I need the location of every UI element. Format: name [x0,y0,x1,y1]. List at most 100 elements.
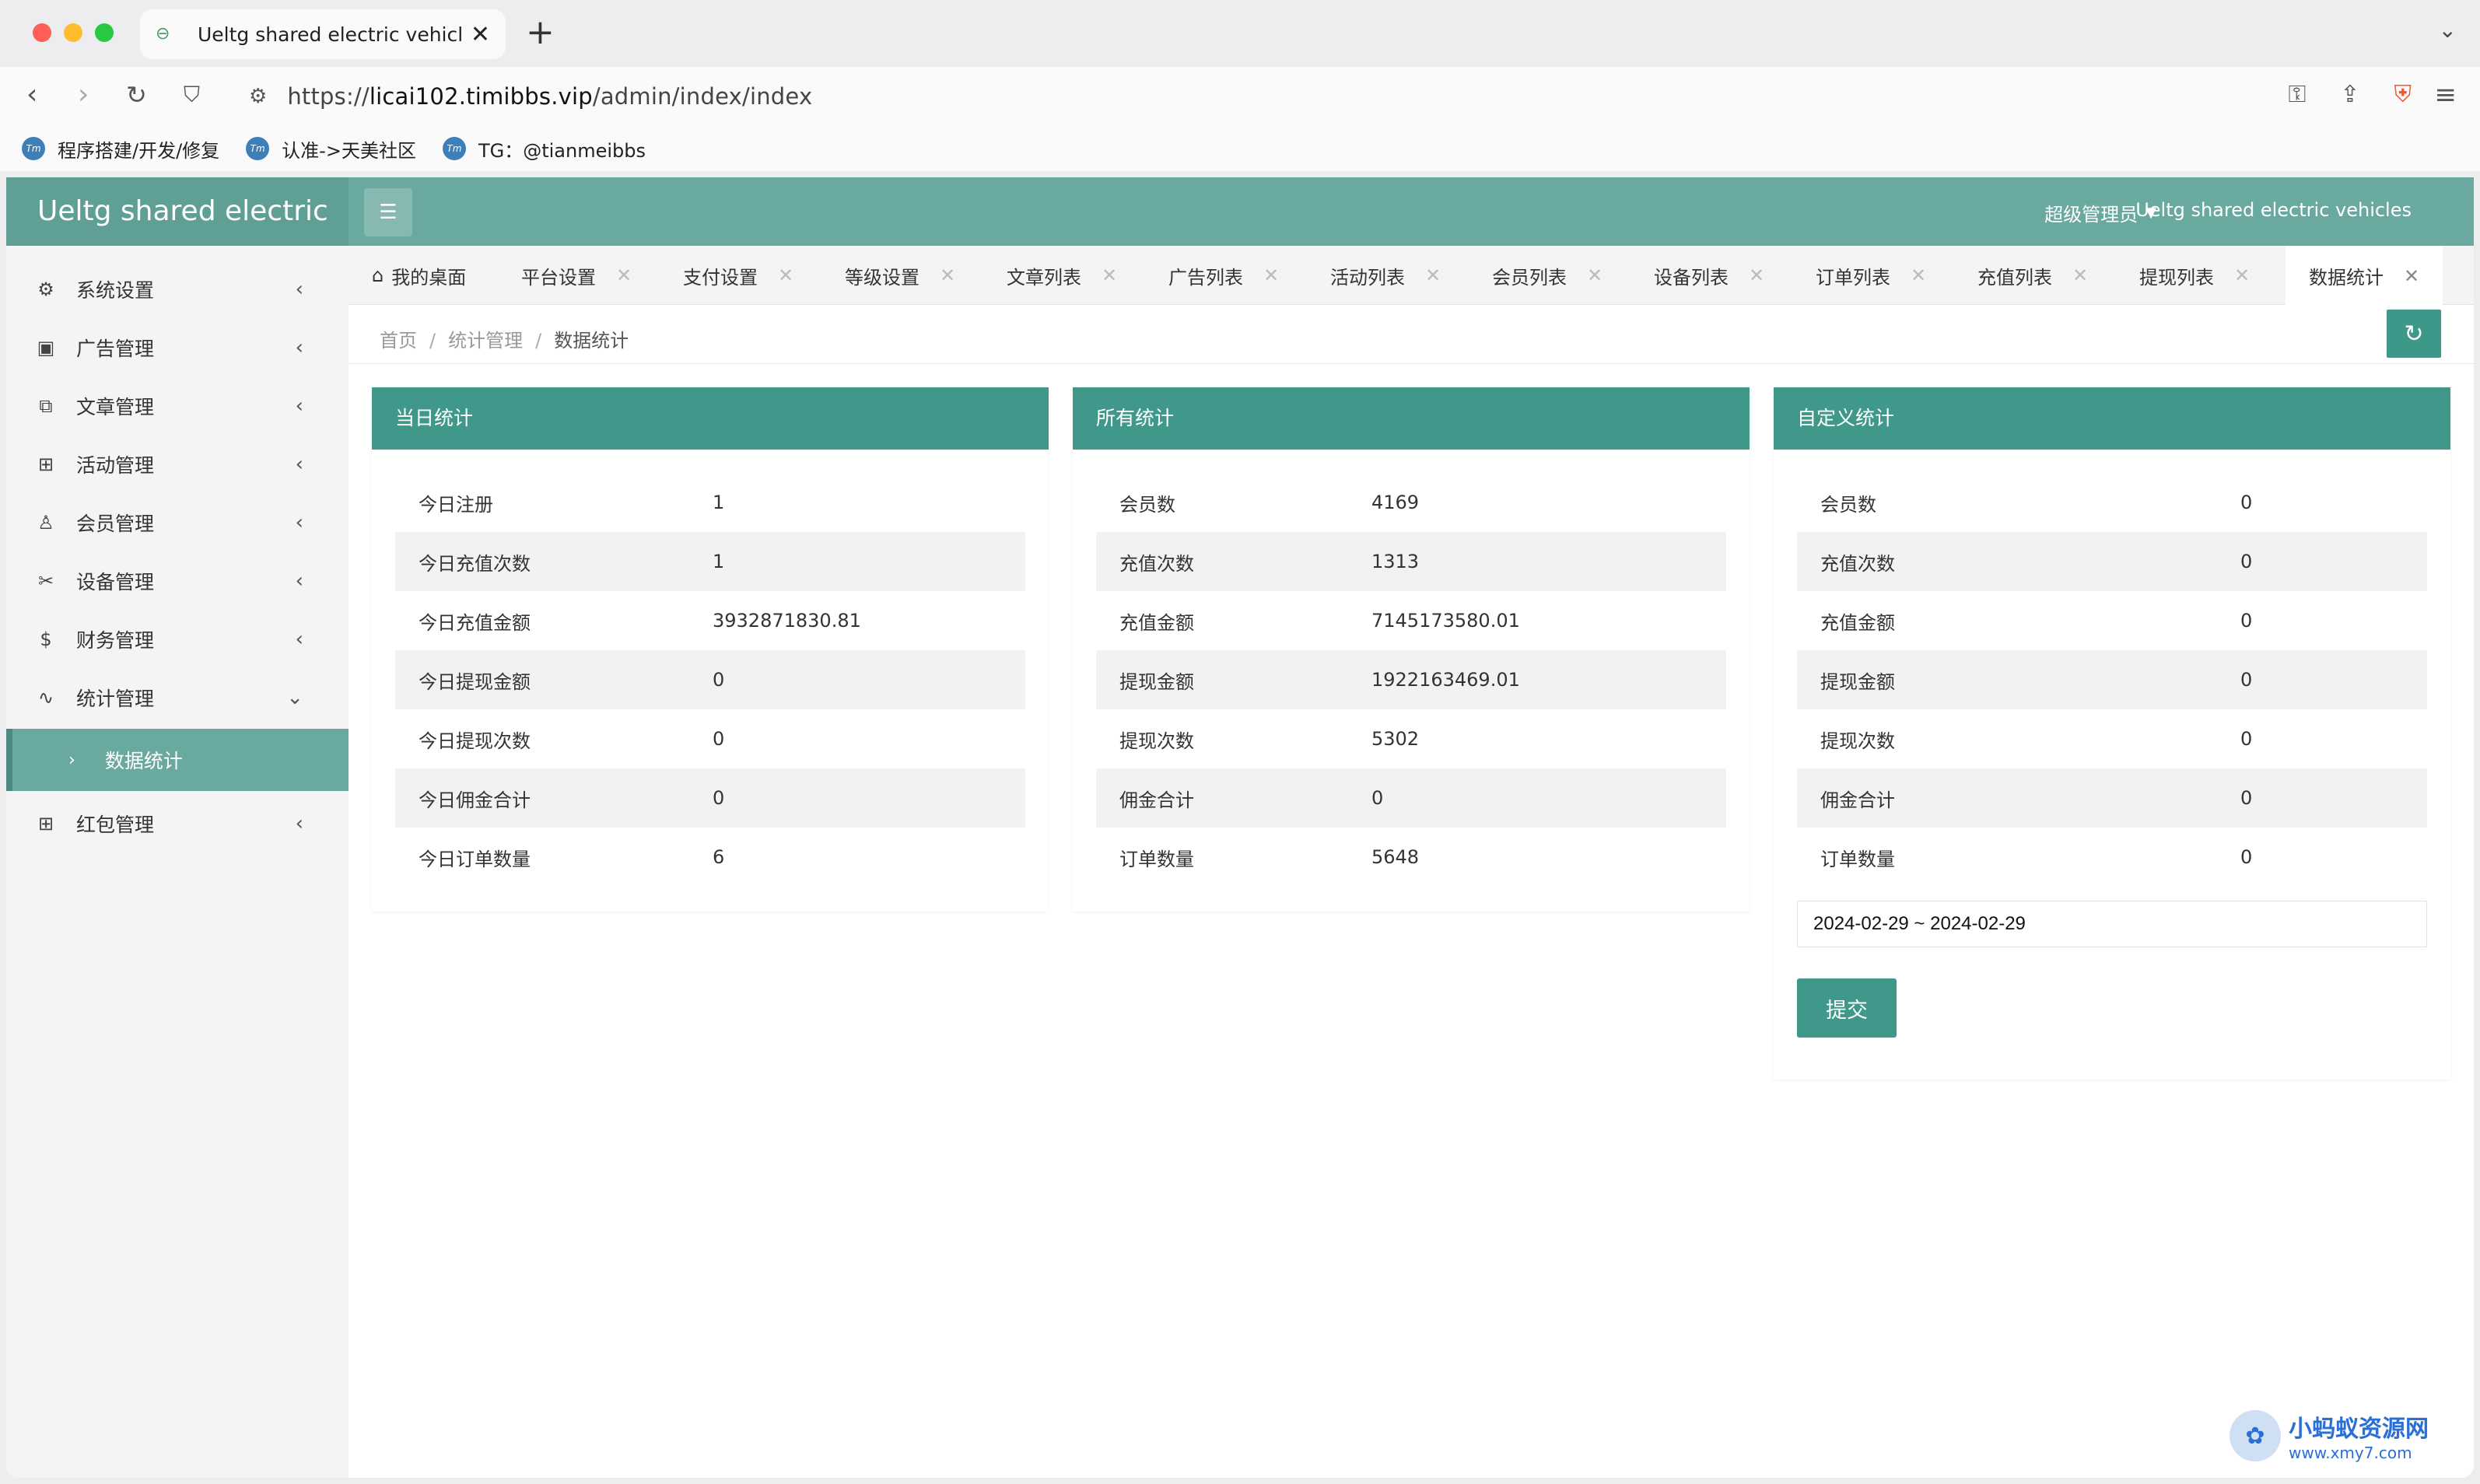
stat-label: 提现金额 [1119,670,1194,693]
sidebar-toggle-button[interactable]: ☰ [364,188,412,236]
close-icon[interactable]: ✕ [2404,265,2419,287]
tab-payment-settings[interactable]: 支付设置 ✕ [683,246,793,305]
stat-value: 0 [2240,551,2253,572]
tab-article-list[interactable]: 文章列表 ✕ [1007,246,1117,305]
tab-withdraw-list[interactable]: 提现列表 ✕ [2139,246,2250,305]
submit-button[interactable]: 提交 [1797,978,1897,1038]
tab-label: 活动列表 [1330,266,1405,289]
stat-value: 1922163469.01 [1371,669,1520,691]
minimize-window-button[interactable] [64,23,82,42]
stat-label: 充值次数 [1119,552,1194,575]
stat-label: 佣金合计 [1119,789,1194,811]
date-range-input[interactable]: 2024-02-29 ~ 2024-02-29 [1797,901,2427,947]
close-icon[interactable]: ✕ [616,264,632,286]
sidebar-item-members[interactable]: ♙ 会员管理 ‹ [6,493,349,551]
close-icon[interactable]: ✕ [1425,264,1441,286]
tab-close-icon[interactable]: ✕ [471,21,490,48]
bookmark-item[interactable]: Tm TG：@tianmeibbs [442,135,646,163]
sidebar-item-ads[interactable]: ▣ 广告管理 ‹ [6,318,349,376]
stat-label: 订单数量 [1820,848,1895,870]
close-icon[interactable]: ✕ [1263,264,1279,286]
close-icon[interactable]: ✕ [1587,264,1603,286]
breadcrumb-separator: / [429,330,436,352]
key-icon[interactable]: ⚿ [2289,81,2307,108]
sidebar-item-devices[interactable]: ✂ 设备管理 ‹ [6,551,349,610]
sidebar-item-system[interactable]: ⚙ 系统设置 ‹ [6,260,349,318]
bookmark-favicon: Tm [246,137,270,160]
stat-row: 佣金合计 0 [1797,768,2427,828]
site-settings-icon[interactable]: ⚙ [249,85,267,108]
brave-shield-icon[interactable]: ⛨ [2394,81,2412,108]
browser-tab[interactable]: ⊖ Ueltg shared electric vehicles ✕ [140,9,506,59]
watermark: ✿ 小蚂蚁资源网 www.xmy7.com [2230,1409,2429,1462]
menu-icon[interactable]: ≡ [2435,79,2457,110]
close-icon[interactable]: ✕ [778,264,793,286]
tab-activity-list[interactable]: 活动列表 ✕ [1330,246,1441,305]
reload-icon[interactable]: ↻ [126,78,147,112]
tab-label: 文章列表 [1007,266,1081,289]
tab-dashboard[interactable]: ⌂ 我的桌面 [372,246,466,305]
bookmark-item[interactable]: Tm 认准->天美社区 [246,135,416,163]
close-window-button[interactable] [33,23,51,42]
tab-recharge-list[interactable]: 充值列表 ✕ [1977,246,2088,305]
breadcrumb-home[interactable]: 首页 [380,330,417,352]
sidebar-item-articles[interactable]: ⧉ 文章管理 ‹ [6,376,349,435]
close-icon[interactable]: ✕ [2234,264,2250,286]
tab-data-stats[interactable]: 数据统计 ✕ [2286,246,2443,306]
stat-value: 0 [2240,492,2253,513]
share-icon[interactable]: ⇪ [2340,81,2359,108]
new-tab-button[interactable]: + [526,14,555,51]
stat-value: 6 [713,846,725,868]
bookmark-item[interactable]: Tm 程序搭建/开发/修复 [22,135,219,163]
ant-logo-icon: ✿ [2230,1410,2281,1461]
close-icon[interactable]: ✕ [940,264,955,286]
stat-row: 今日订单数量 6 [395,828,1025,887]
url-text[interactable]: https://licai102.timibbs.vip/admin/index… [287,83,812,110]
stat-row: 充值金额 7145173580.01 [1096,591,1726,650]
card-title: 自定义统计 [1774,387,2450,450]
tab-label: 广告列表 [1168,266,1243,289]
stat-value: 5648 [1371,846,1420,868]
bookmark-label: 认准->天美社区 [282,139,416,162]
stat-label: 订单数量 [1119,848,1194,870]
tab-ad-list[interactable]: 广告列表 ✕ [1168,246,1279,305]
sidebar-item-statistics[interactable]: ∿ 统计管理 ⌄ [6,668,349,726]
breadcrumb-section[interactable]: 统计管理 [448,330,523,352]
sidebar-item-redpacket[interactable]: ⊞ 红包管理 ‹ [6,794,349,852]
url-host: licai102.timibbs.vip [369,83,593,110]
maximize-window-button[interactable] [95,23,114,42]
stat-value: 0 [2240,610,2253,632]
sidebar-item-activities[interactable]: ⊞ 活动管理 ‹ [6,435,349,493]
tab-level-settings[interactable]: 等级设置 ✕ [845,246,955,305]
stat-label: 提现次数 [1820,730,1895,752]
stat-row: 充值金额 0 [1797,591,2427,650]
stat-value: 0 [713,787,725,809]
sidebar-item-label: 文章管理 [76,395,155,418]
tab-platform-settings[interactable]: 平台设置 ✕ [521,246,632,305]
card-body: 会员数 4169 充值次数 1313 充值金额 7145173580.01 提现金额 1… [1073,450,1750,912]
bookmark-icon[interactable]: ⛉ [184,78,200,112]
breadcrumb-current: 数据统计 [554,330,629,352]
tab-device-list[interactable]: 设备列表 ✕ [1654,246,1764,305]
stat-row: 充值次数 1313 [1096,532,1726,591]
close-icon[interactable]: ✕ [1911,264,1926,286]
back-icon[interactable]: ‹ [26,78,37,112]
refresh-button[interactable]: ↻ [2387,310,2441,358]
site-name-link[interactable]: Ueltg shared electric vehicles [2135,199,2412,221]
address-bar[interactable]: ⚙ https://licai102.timibbs.vip/admin/ind… [230,72,2412,121]
close-icon[interactable]: ✕ [1102,264,1117,286]
tab-label: 我的桌面 [391,266,467,289]
chevron-down-icon[interactable]: ⌄ [2439,17,2457,43]
forward-icon[interactable]: › [78,78,89,112]
bookmark-label: 程序搭建/开发/修复 [58,139,220,162]
tab-order-list[interactable]: 订单列表 ✕ [1816,246,1926,305]
close-icon[interactable]: ✕ [2072,264,2088,286]
sidebar-item-finance[interactable]: $ 财务管理 ‹ [6,610,349,668]
app-logo[interactable]: Ueltg shared electric [6,177,349,246]
card-title: 当日统计 [372,387,1049,450]
user-icon: ♙ [37,511,54,534]
tab-member-list[interactable]: 会员列表 ✕ [1492,246,1603,305]
close-icon[interactable]: ✕ [1749,264,1764,286]
sidebar-subitem-data-stats[interactable]: › 数据统计 [6,729,349,791]
today-stats-card: 当日统计 今日注册 1 今日充值次数 1 今日充值金额 3932871830.81 今… [372,387,1049,912]
